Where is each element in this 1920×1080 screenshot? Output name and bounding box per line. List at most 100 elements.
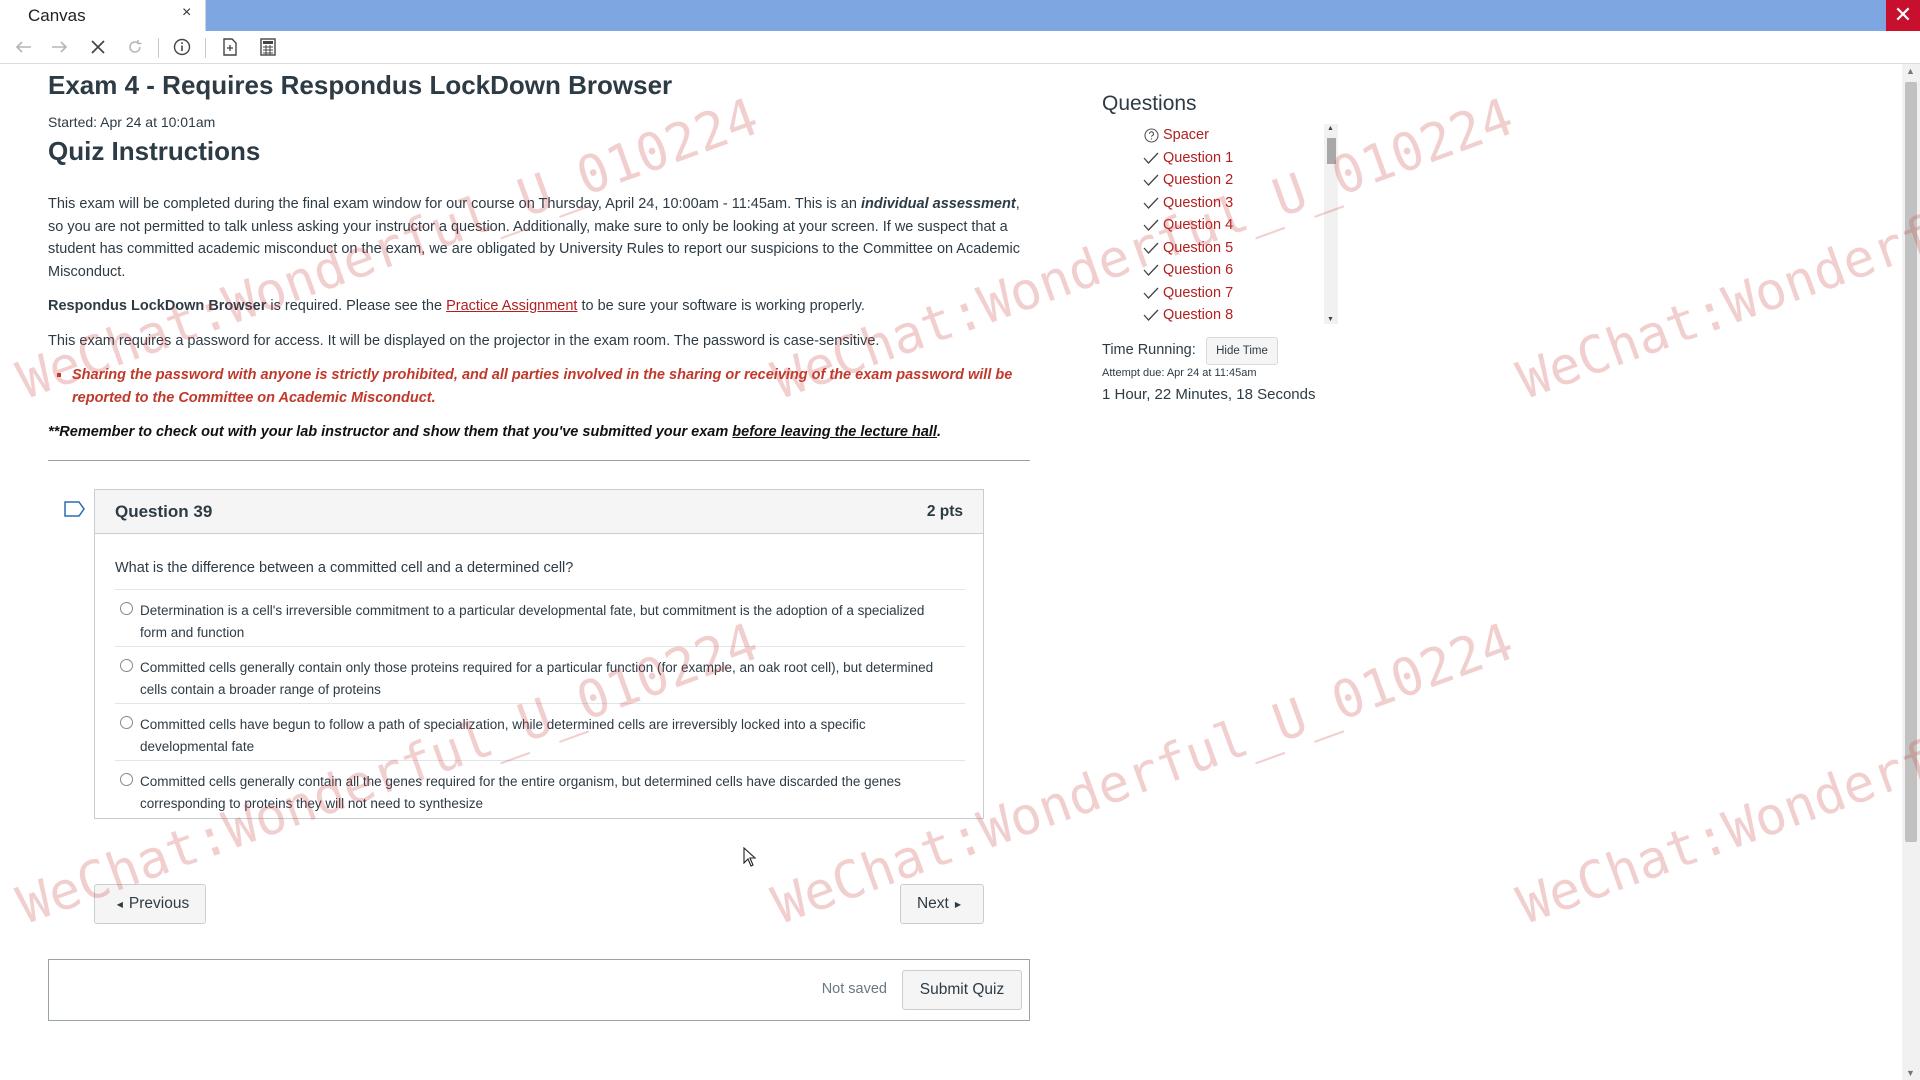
question-nav-label: Question 4 bbox=[1163, 217, 1234, 233]
question-card: Question 39 2 pts What is the difference… bbox=[94, 489, 984, 819]
page-title: Exam 4 - Requires Respondus LockDown Bro… bbox=[48, 70, 673, 100]
mouse-cursor-icon bbox=[743, 846, 757, 872]
toolbar-divider bbox=[158, 38, 159, 58]
time-remaining: 1 Hour, 22 Minutes, 18 Seconds bbox=[1102, 386, 1316, 403]
check-icon bbox=[1142, 194, 1160, 212]
browser-titlebar: Canvas × ✕ bbox=[0, 0, 1920, 31]
answer-radio[interactable] bbox=[120, 773, 133, 786]
question-nav-item-spacer[interactable]: Spacer bbox=[1142, 124, 1209, 146]
window-close-button[interactable]: ✕ bbox=[1886, 0, 1920, 31]
forward-arrow-icon[interactable] bbox=[46, 34, 74, 60]
question-nav-label: Question 5 bbox=[1163, 239, 1234, 256]
check-icon bbox=[1142, 306, 1160, 324]
lockdown-browser-bold: Respondus LockDown Browser bbox=[48, 298, 267, 314]
scrollbar-thumb[interactable] bbox=[1327, 138, 1336, 164]
question-nav-item[interactable]: Question 8 bbox=[1142, 304, 1233, 324]
calculator-icon[interactable] bbox=[254, 34, 282, 60]
instructions-text: This exam will be completed during the f… bbox=[48, 196, 861, 212]
password-warning: Sharing the password with anyone is stri… bbox=[48, 364, 1032, 409]
questions-heading: Questions bbox=[1102, 92, 1197, 115]
scroll-up-icon[interactable]: ▲ bbox=[1906, 66, 1915, 76]
question-nav-item[interactable]: Question 1 bbox=[1142, 147, 1233, 169]
question-header: Question 39 2 pts bbox=[95, 490, 983, 534]
answer-radio[interactable] bbox=[120, 716, 133, 729]
question-nav-label: Question 6 bbox=[1163, 262, 1234, 278]
question-list-scrollbar[interactable]: ▲ ▼ bbox=[1324, 124, 1338, 324]
question-nav-label: Question 7 bbox=[1163, 284, 1234, 301]
remember-underlined: before leaving the lecture hall bbox=[732, 424, 937, 440]
browser-tab[interactable]: Canvas × bbox=[0, 0, 206, 31]
previous-button[interactable]: ◀ Previous bbox=[94, 884, 206, 924]
answer-radio[interactable] bbox=[120, 659, 133, 672]
question-nav-list: Spacer Question 1 Question 2 Question 3 … bbox=[1102, 124, 1342, 324]
check-icon bbox=[1142, 239, 1160, 257]
answer-option[interactable]: Determination is a cell's irreversible c… bbox=[115, 589, 965, 646]
toolbar-divider bbox=[205, 38, 206, 58]
watermark: WeChat:Wonderful_U_010224 bbox=[1510, 612, 1920, 937]
save-status: Not saved bbox=[821, 981, 887, 997]
answer-text[interactable]: Committed cells generally contain only t… bbox=[140, 657, 950, 700]
bookmark-flag-icon[interactable] bbox=[64, 501, 86, 522]
instructions-paragraph: This exam will be completed during the f… bbox=[48, 193, 1032, 283]
back-arrow-icon[interactable] bbox=[9, 34, 37, 60]
page-scrollbar[interactable]: ▲ ▼ bbox=[1902, 64, 1920, 1080]
scroll-down-icon[interactable]: ▼ bbox=[1906, 1068, 1915, 1078]
password-warning-item: Sharing the password with anyone is stri… bbox=[72, 364, 1032, 409]
previous-label: Previous bbox=[128, 895, 190, 912]
practice-assignment-link[interactable]: Practice Assignment bbox=[446, 298, 577, 314]
instructions-heading: Quiz Instructions bbox=[48, 136, 261, 166]
answer-option[interactable]: Committed cells have begun to follow a p… bbox=[115, 703, 965, 760]
watermark: WeChat:Wonderful_U_010224 bbox=[1510, 87, 1920, 412]
info-icon[interactable] bbox=[168, 34, 196, 60]
browser-toolbar bbox=[0, 31, 1920, 64]
answer-text[interactable]: Determination is a cell's irreversible c… bbox=[140, 600, 950, 643]
remember-note: **Remember to check out with your lab in… bbox=[48, 424, 1032, 440]
lockdown-text: to be sure your software is working prop… bbox=[577, 298, 865, 314]
question-nav-item[interactable]: Question 6 bbox=[1142, 259, 1233, 281]
individual-assessment-emphasis: individual assessment bbox=[860, 196, 1016, 212]
scroll-down-icon[interactable]: ▼ bbox=[1327, 316, 1334, 323]
question-nav-item[interactable]: Question 4 bbox=[1142, 214, 1233, 236]
question-nav-label: Spacer bbox=[1163, 127, 1209, 143]
answer-option[interactable]: Committed cells generally contain all th… bbox=[115, 760, 965, 817]
stop-x-icon[interactable] bbox=[84, 34, 112, 60]
scroll-up-icon[interactable]: ▲ bbox=[1327, 125, 1334, 132]
check-icon bbox=[1142, 216, 1160, 234]
question-nav-item[interactable]: Question 2 bbox=[1142, 169, 1233, 191]
question-nav-item[interactable]: Question 3 bbox=[1142, 192, 1233, 214]
question-nav-item[interactable]: Question 5 bbox=[1142, 237, 1233, 259]
question-nav-item[interactable]: Question 7 bbox=[1142, 282, 1233, 304]
reload-icon[interactable] bbox=[121, 34, 149, 60]
time-running-label: Time Running: bbox=[1102, 342, 1196, 358]
tab-close-icon[interactable]: × bbox=[182, 4, 191, 22]
caret-right-icon: ▶ bbox=[954, 899, 962, 909]
answer-text[interactable]: Committed cells have begun to follow a p… bbox=[140, 714, 950, 757]
answer-option[interactable]: Committed cells generally contain only t… bbox=[115, 646, 965, 703]
check-icon bbox=[1142, 149, 1160, 167]
question-nav-label: Question 3 bbox=[1163, 194, 1234, 211]
next-button[interactable]: Next ▶ bbox=[900, 884, 984, 924]
lockdown-paragraph: Respondus LockDown Browser is required. … bbox=[48, 295, 1032, 317]
check-icon bbox=[1142, 284, 1160, 302]
question-circle-icon bbox=[1142, 126, 1160, 144]
check-icon bbox=[1142, 261, 1160, 279]
question-name: Question 39 bbox=[115, 502, 213, 521]
submit-bar: Not saved Submit Quiz bbox=[48, 959, 1030, 1021]
answer-radio[interactable] bbox=[120, 602, 133, 615]
hide-time-button[interactable]: Hide Time bbox=[1206, 337, 1278, 365]
question-text: What is the difference between a committ… bbox=[115, 560, 574, 576]
tab-title: Canvas bbox=[28, 6, 86, 25]
caret-left-icon: ◀ bbox=[116, 899, 123, 909]
document-icon[interactable] bbox=[216, 34, 244, 60]
started-timestamp: Started: Apr 24 at 10:01am bbox=[48, 114, 216, 130]
check-icon bbox=[1142, 171, 1160, 189]
answer-text[interactable]: Committed cells generally contain all th… bbox=[140, 771, 950, 814]
submit-quiz-button[interactable]: Submit Quiz bbox=[902, 970, 1022, 1010]
question-nav-label: Question 8 bbox=[1163, 307, 1234, 323]
password-paragraph: This exam requires a password for access… bbox=[48, 333, 880, 349]
scrollbar-thumb[interactable] bbox=[1905, 82, 1917, 842]
question-nav-label: Question 1 bbox=[1163, 149, 1234, 166]
question-points: 2 pts bbox=[926, 503, 963, 520]
remember-text: . bbox=[936, 424, 941, 440]
question-nav-label: Question 2 bbox=[1163, 172, 1234, 188]
